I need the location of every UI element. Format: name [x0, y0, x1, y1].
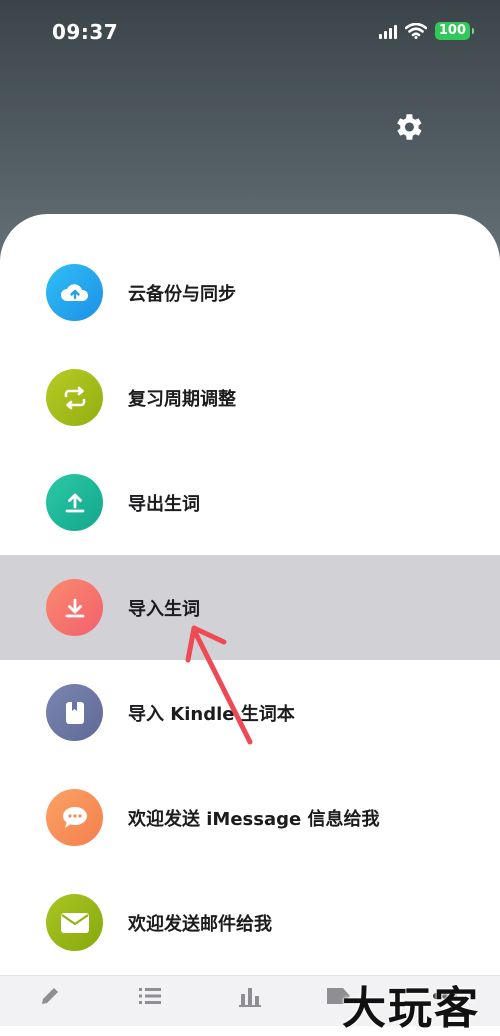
cloud-upload-icon: [46, 264, 103, 321]
menu-item-send-email[interactable]: 欢迎发送邮件给我: [0, 870, 500, 975]
export-icon: [46, 474, 103, 531]
menu-item-cloud-backup[interactable]: 云备份与同步: [0, 240, 500, 345]
list-icon: [139, 988, 161, 1004]
menu-item-label: 导入生词: [128, 598, 200, 620]
menu-card: 云备份与同步 复习周期调整 导出生词 导入生词 导入 Kindle 生词本 欢迎…: [0, 214, 500, 975]
gear-icon[interactable]: [391, 110, 425, 144]
pencil-icon: [42, 988, 58, 1004]
menu-item-imessage[interactable]: 欢迎发送 iMessage 信息给我: [0, 765, 500, 870]
menu-item-label: 复习周期调整: [128, 388, 236, 410]
tab-pencil[interactable]: [15, 984, 85, 1008]
repeat-icon: [46, 369, 103, 426]
kindle-book-icon: [46, 684, 103, 741]
wifi-icon: [404, 23, 427, 39]
bar-chart-icon: [239, 988, 261, 1007]
battery-indicator: 100: [434, 22, 475, 40]
mail-icon: [46, 894, 103, 951]
status-icons: 100: [378, 22, 475, 40]
tab-list[interactable]: [115, 984, 185, 1008]
menu-item-label: 欢迎发送 iMessage 信息给我: [128, 808, 380, 830]
menu-item-label: 云备份与同步: [128, 283, 236, 305]
signal-icon: [378, 23, 397, 39]
status-time: 09:37: [52, 20, 119, 44]
menu-item-label: 导出生词: [128, 493, 200, 515]
menu-item-review-cycle[interactable]: 复习周期调整: [0, 345, 500, 450]
annotation-arrow-icon: [185, 625, 253, 745]
watermark: 大玩客: [342, 983, 480, 1034]
import-icon: [46, 579, 103, 636]
message-icon: [46, 789, 103, 846]
menu-item-export-words[interactable]: 导出生词: [0, 450, 500, 555]
tab-statistics[interactable]: [215, 984, 285, 1008]
menu-item-label: 欢迎发送邮件给我: [128, 913, 272, 935]
